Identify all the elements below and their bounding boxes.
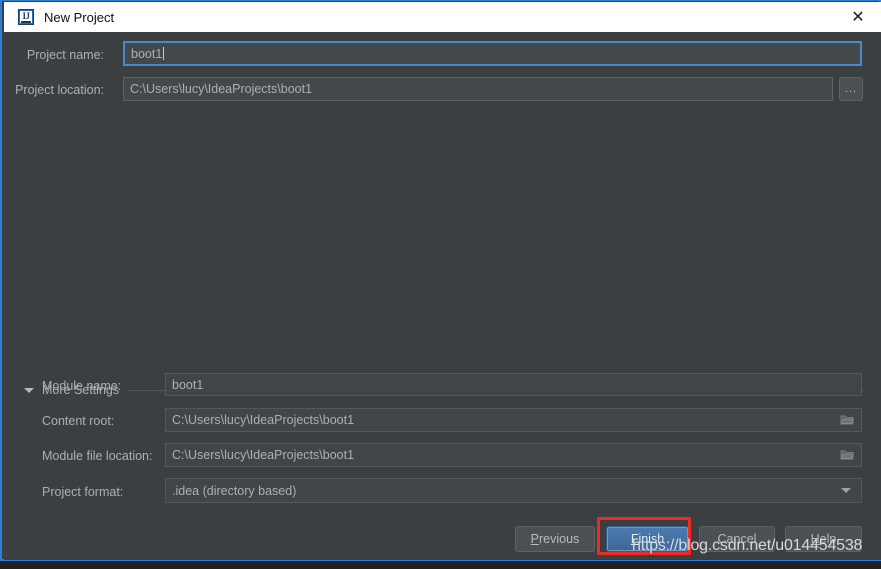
- ellipsis-icon: ...: [844, 83, 858, 95]
- project-location-input[interactable]: C:\Users\lucy\IdeaProjects\boot1: [123, 77, 833, 101]
- project-name-label: Project name:: [26, 48, 104, 62]
- dialog-titlebar: IJ New Project ✕: [4, 2, 881, 32]
- project-format-select[interactable]: .idea (directory based): [165, 478, 862, 503]
- intellij-idea-icon: IJ: [18, 9, 34, 25]
- project-format-dropdown-button[interactable]: [832, 480, 860, 501]
- module-file-location-input[interactable]: C:\Users\lucy\IdeaProjects\boot1: [165, 443, 862, 467]
- screenshot-root: IJ New Project ✕ Project name: boot1 Pro…: [0, 0, 881, 569]
- close-button[interactable]: ✕: [835, 2, 881, 32]
- previous-button[interactable]: Previous: [515, 526, 595, 552]
- module-file-location-browse-button[interactable]: [834, 445, 860, 465]
- watermark-text: https://blog.csdn.net/u014454538: [632, 537, 863, 554]
- new-project-dialog: IJ New Project ✕ Project name: boot1 Pro…: [0, 0, 881, 561]
- project-name-value: boot1: [131, 46, 163, 61]
- content-root-input[interactable]: C:\Users\lucy\IdeaProjects\boot1: [165, 408, 862, 432]
- module-file-location-value: C:\Users\lucy\IdeaProjects\boot1: [172, 448, 355, 462]
- dialog-title: New Project: [44, 9, 115, 25]
- folder-icon: [840, 415, 854, 425]
- project-format-value: .idea (directory based): [172, 483, 297, 498]
- project-location-value: C:\Users\lucy\IdeaProjects\boot1: [130, 82, 313, 96]
- content-root-browse-button[interactable]: [834, 410, 860, 430]
- dialog-body: Project name: boot1 Project location: C:…: [4, 32, 881, 560]
- project-format-label: Project format:: [42, 485, 124, 499]
- folder-icon: [840, 450, 854, 460]
- close-icon: ✕: [851, 7, 865, 26]
- chevron-down-icon: [841, 488, 851, 493]
- module-name-input[interactable]: boot1: [165, 373, 862, 396]
- module-file-location-label: Module file location:: [42, 449, 153, 463]
- icon-underline: [21, 21, 31, 23]
- previous-button-label: Previous: [530, 532, 580, 546]
- project-name-input[interactable]: boot1: [123, 41, 862, 66]
- module-name-value: boot1: [172, 377, 204, 392]
- content-root-label: Content root:: [42, 414, 115, 428]
- triangle-down-icon: [24, 387, 34, 393]
- text-caret: [163, 47, 165, 60]
- module-name-label: Module name:: [42, 379, 122, 393]
- project-location-label: Project location:: [15, 83, 104, 97]
- content-root-value: C:\Users\lucy\IdeaProjects\boot1: [172, 413, 355, 427]
- project-location-browse-button[interactable]: ...: [839, 77, 863, 101]
